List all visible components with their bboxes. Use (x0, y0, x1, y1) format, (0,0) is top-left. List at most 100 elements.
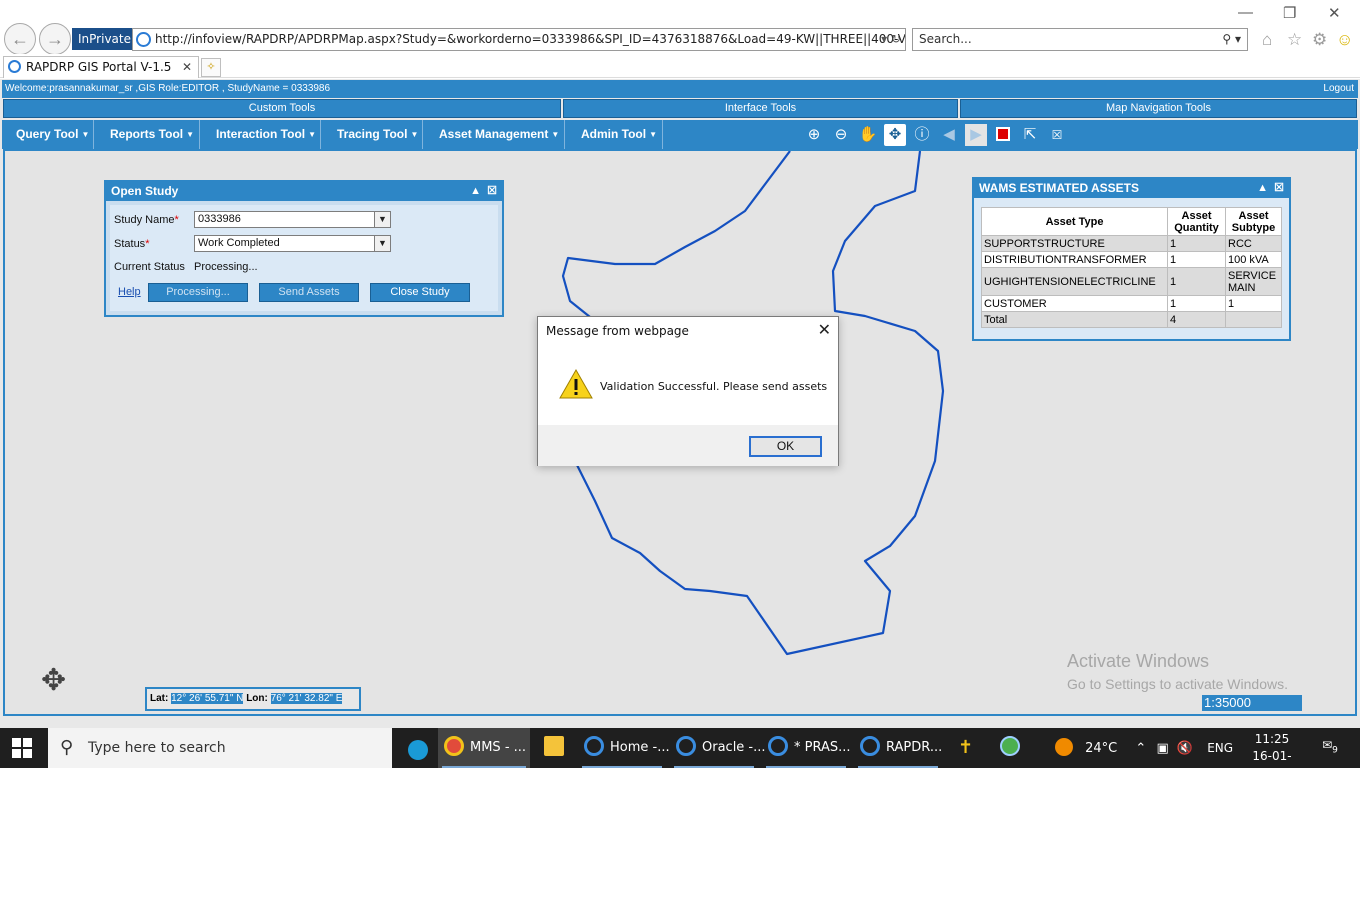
taskbar-app-label: RAPDR... (886, 740, 943, 755)
address-bar[interactable]: http://infoview/RAPDRP/APDRPMap.aspx?Stu… (132, 28, 906, 51)
favorites-star-icon[interactable]: ☆ (1287, 30, 1302, 50)
chevron-down-icon: ▼ (410, 130, 419, 139)
table-cell: 1 (1167, 251, 1226, 268)
wams-header[interactable]: WAMS ESTIMATED ASSETS ▲ ☒ (974, 179, 1289, 198)
table-cell: 1 (1167, 267, 1226, 296)
notification-center-icon[interactable]: ✉9 (1318, 738, 1342, 758)
column-header: Asset Type (981, 207, 1168, 236)
close-window-icon[interactable]: ✕ (1328, 4, 1341, 22)
windows-start-icon[interactable] (12, 738, 32, 758)
next-extent-icon[interactable]: ▶ (965, 124, 987, 146)
current-status-label: Current Status (114, 261, 185, 273)
temperature[interactable]: 24°C (1085, 741, 1117, 756)
search-input[interactable]: Search... ⚲ ▾ (912, 28, 1248, 51)
column-header: Asset Quantity (1167, 207, 1226, 236)
dialog-footer: OK (538, 425, 838, 466)
table-row: CUSTOMER 1 1 (981, 295, 1282, 312)
taskbar-search-input[interactable]: ⚲ Type here to search (48, 728, 392, 768)
forward-button[interactable]: → (39, 23, 71, 55)
restore-icon[interactable]: ❐ (1283, 4, 1296, 22)
full-extent-icon[interactable]: ✥ (884, 124, 906, 146)
logout-link[interactable]: Logout (1323, 80, 1354, 98)
collapse-icon[interactable]: ▲ (1257, 182, 1268, 194)
status-label: Status* (114, 238, 149, 250)
volume-muted-icon[interactable]: 🔇 (1177, 741, 1193, 756)
section-interface-tools: Interface Tools (563, 99, 958, 118)
collapse-icon[interactable]: ▲ (470, 185, 481, 197)
edge-icon[interactable] (402, 728, 434, 768)
tab-close-icon[interactable]: ✕ (182, 57, 192, 77)
clock[interactable]: 11:25 16-01-2023 (1240, 731, 1304, 782)
close-icon[interactable]: ☒ (1274, 182, 1284, 194)
pan-compass-icon[interactable]: ✥ (41, 663, 66, 698)
address-tools[interactable]: ▾ ↻ (881, 29, 901, 50)
zoom-out-icon[interactable]: ⊖ (830, 124, 852, 146)
pan-hand-icon[interactable]: ✋ (857, 124, 879, 146)
coordinate-readout: Lat: 12° 26' 55.71" N Lon: 76° 21' 32.82… (145, 687, 361, 711)
menu-label: Admin Tool (581, 127, 647, 141)
taskbar-app-mms[interactable]: MMS - ... (438, 728, 530, 768)
zoom-in-icon[interactable]: ⊕ (803, 124, 825, 146)
info-icon[interactable]: ⓘ (911, 124, 933, 146)
select-box-icon[interactable] (992, 124, 1014, 146)
file-explorer-icon[interactable] (538, 728, 570, 768)
taskbar-app-oracle[interactable]: Oracle -... (670, 728, 766, 768)
menu-reports-tool[interactable]: Reports Tool ▼ (96, 120, 200, 149)
processing-button[interactable]: Processing... (148, 283, 248, 302)
previous-extent-icon[interactable]: ◀ (938, 124, 960, 146)
gear-icon[interactable]: ⚙ (1312, 30, 1327, 50)
taskbar-app-label: Home -... (610, 740, 670, 755)
url-text[interactable]: http://infoview/RAPDRP/APDRPMap.aspx?Stu… (155, 29, 905, 50)
resize-icon[interactable]: ⇱ (1019, 124, 1041, 146)
required-marker: * (174, 214, 179, 226)
status-select[interactable]: Work Completed ▼ (194, 235, 391, 252)
panel-title: Open Study (111, 184, 179, 198)
weather-sun-icon[interactable] (1055, 738, 1073, 756)
pin-tool-icon[interactable]: ✝ (952, 728, 973, 768)
menu-query-tool[interactable]: Query Tool ▼ (2, 120, 94, 149)
select-value: 0333986 (198, 213, 241, 225)
ok-button[interactable]: OK (749, 436, 822, 457)
label-text: Study Name (114, 214, 175, 226)
taskbar-search-placeholder: Type here to search (88, 740, 226, 756)
network-icon[interactable]: ▣ (1156, 741, 1168, 756)
taskbar-app-pras[interactable]: * PRAS... (762, 728, 851, 768)
close-icon[interactable]: ☒ (487, 185, 497, 197)
menu-label: Asset Management (439, 127, 549, 141)
menu-interaction-tool[interactable]: Interaction Tool ▼ (202, 120, 321, 149)
main-toolbar: Query Tool ▼ Reports Tool ▼ Interaction To… (2, 120, 1358, 149)
help-link[interactable]: Help (118, 286, 141, 298)
new-tab-button[interactable]: ✧ (201, 58, 221, 77)
ie-icon (768, 736, 788, 756)
chrome-icon (444, 736, 464, 756)
screen: ← → InPrivate http://infoview/RAPDRP/APD… (0, 0, 1360, 905)
tab-rapdrp[interactable]: RAPDRP GIS Portal V-1.5 ✕ (3, 56, 199, 78)
taskbar-app-label: Oracle -... (702, 740, 766, 755)
home-icon[interactable]: ⌂ (1262, 30, 1272, 50)
taskbar-app-label: * PRAS... (794, 740, 851, 755)
language-indicator[interactable]: ENG (1207, 741, 1233, 755)
back-button[interactable]: ← (4, 23, 36, 55)
column-header: Asset Subtype (1225, 207, 1282, 236)
send-assets-button[interactable]: Send Assets (259, 283, 359, 302)
close-study-button[interactable]: Close Study (370, 283, 470, 302)
lat-label: Lat: (150, 693, 169, 704)
taskbar-app-rapdrp[interactable]: RAPDR... (854, 728, 942, 768)
study-name-select[interactable]: 0333986 ▼ (194, 211, 391, 228)
lat-value: 12° 26' 55.71" N (171, 693, 244, 704)
dialog-close-icon[interactable]: ✕ (818, 320, 831, 340)
menu-asset-management[interactable]: Asset Management ▼ (425, 120, 565, 149)
wams-assets-panel: WAMS ESTIMATED ASSETS ▲ ☒ Asset Type Ass… (972, 177, 1291, 341)
globe-app-icon[interactable] (994, 728, 1026, 768)
minimize-icon[interactable]: — (1238, 4, 1253, 21)
menu-tracing-tool[interactable]: Tracing Tool ▼ (323, 120, 423, 149)
taskbar-app-home[interactable]: Home -... (578, 728, 670, 768)
smiley-icon[interactable]: ☺ (1336, 30, 1353, 50)
table-row: Total 4 (981, 311, 1282, 328)
menu-admin-tool[interactable]: Admin Tool ▼ (567, 120, 663, 149)
search-icon[interactable]: ⚲ ▾ (1222, 29, 1241, 50)
clear-selection-icon[interactable]: ☒ (1046, 124, 1068, 146)
ie-tab-icon (8, 60, 21, 73)
chevron-up-icon[interactable]: ⌃ (1135, 741, 1146, 756)
open-study-header[interactable]: Open Study ▲ ☒ (106, 182, 502, 201)
